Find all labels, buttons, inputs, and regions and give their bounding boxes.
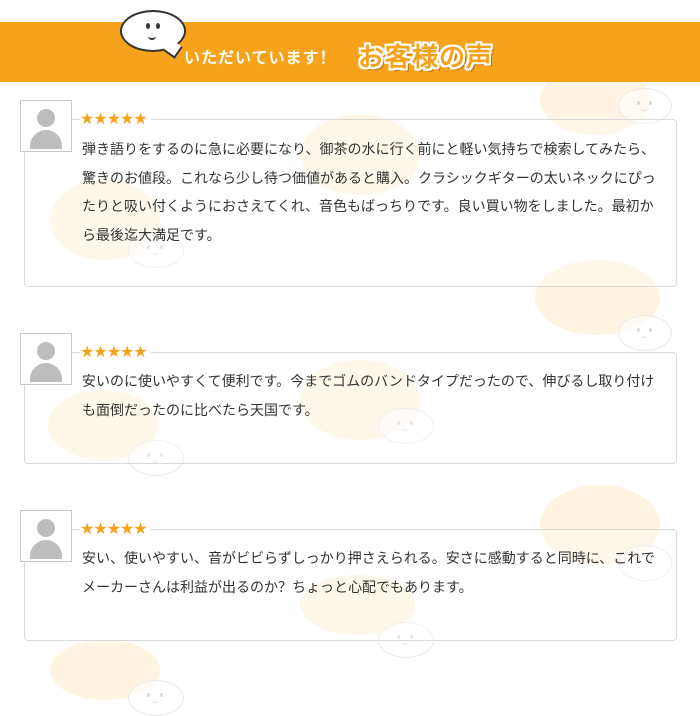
review-text: 弾き語りをするのに急に必要になり、御茶の水に行く前にと軽い気持ちで検索してみたら… [82, 142, 656, 244]
user-avatar-icon [20, 333, 72, 385]
user-avatar-icon [20, 510, 72, 562]
face-bubble-icon [128, 680, 184, 716]
review-text: 安いのに使いやすくて便利です。今までゴムのバンドタイプだったので、伸びるし取り付… [82, 374, 655, 419]
header-subtitle: いただいています！ [184, 48, 337, 67]
star-rating: ★★★★★ [80, 342, 151, 361]
user-avatar-icon [20, 100, 72, 152]
star-rating: ★★★★★ [80, 519, 151, 538]
face-bubble-icon [618, 315, 672, 351]
star-rating: ★★★★★ [80, 109, 151, 128]
smiley-speech-bubble-icon [120, 10, 186, 59]
header-banner [0, 22, 700, 82]
review-text: 安い、使いやすい、音がビビらずしっかり押さえられる。安さに感動すると同時に、これ… [82, 551, 655, 596]
page-title: お客様の声 [358, 43, 494, 73]
